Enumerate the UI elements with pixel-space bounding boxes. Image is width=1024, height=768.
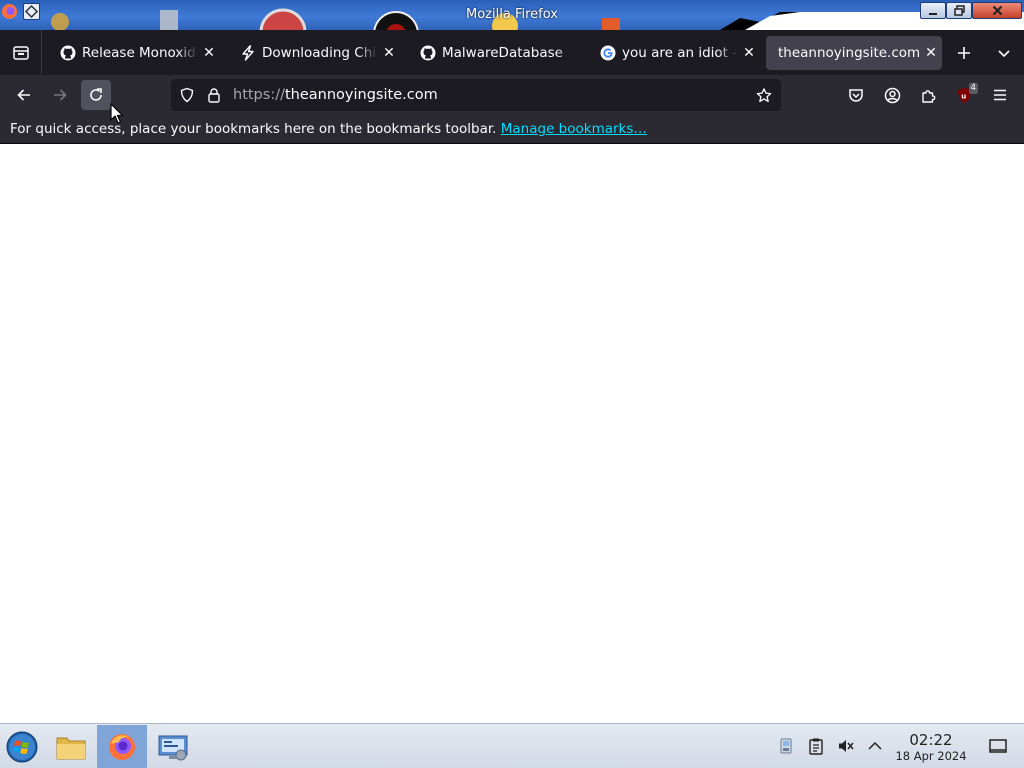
svg-text:u: u [961,92,966,100]
taskbar: 02:22 18 Apr 2024 [0,723,1024,768]
firefox-icon [109,734,135,760]
network-icon[interactable] [777,737,795,755]
minimize-button[interactable] [920,2,946,19]
start-button[interactable] [0,725,44,768]
list-all-tabs-button[interactable] [990,39,1018,67]
tab-label: Downloading Chilli [262,45,378,61]
show-desktop-icon[interactable] [988,737,1008,755]
close-window-button[interactable] [972,2,1022,19]
url-bar[interactable]: https://theannoyingsite.com [171,79,781,111]
bookmarks-toolbar: For quick access, place your bookmarks h… [0,115,1024,144]
shield-icon[interactable] [179,87,195,103]
url-host: theannoyingsite.com [284,87,438,103]
window-titlebar[interactable]: Mozilla Firefox [0,0,1024,30]
tab-label: MalwareDatabase [442,45,563,61]
plus-icon [958,47,970,59]
tab-you-are-an-idiot[interactable]: you are an idiot - G ✕ [588,36,760,70]
close-tab-icon[interactable]: ✕ [378,42,400,64]
url-scheme: https:// [233,87,285,103]
url-text[interactable]: https://theannoyingsite.com [233,87,438,103]
page-content[interactable] [0,145,1024,723]
folder-icon [56,737,86,760]
lock-icon[interactable] [206,87,222,103]
bookmarks-empty-message: For quick access, place your bookmarks h… [10,121,647,137]
bookmarks-message-text: For quick access, place your bookmarks h… [10,121,497,137]
file-manager-taskbar-item[interactable] [46,725,96,768]
github-icon [60,45,76,61]
clock-time: 02:22 [909,731,953,749]
firefox-view-button[interactable] [0,30,42,75]
control-panel-taskbar-item[interactable] [148,725,198,768]
forward-icon [54,89,67,101]
tab-downloading-chilli[interactable]: Downloading Chilli ✕ [228,36,400,70]
menu-icon [994,89,1006,101]
back-icon [17,89,30,101]
star-icon[interactable] [756,87,772,103]
close-tab-icon[interactable]: ✕ [198,42,220,64]
new-tab-button[interactable] [950,39,978,67]
google-icon [600,45,616,61]
control-panel-icon [158,735,188,761]
back-button[interactable] [9,80,39,110]
tab-release-monoxide[interactable]: Release Monoxide ✕ [48,36,220,70]
mouse-cursor [110,103,124,124]
lightning-icon [240,45,256,61]
app-menu-button[interactable] [985,80,1015,110]
tray-expand-icon[interactable] [866,737,884,755]
clock-date: 18 Apr 2024 [895,749,967,763]
firefox-view-icon [12,45,29,60]
window-title: Mozilla Firefox [466,7,558,22]
chevron-down-icon [998,50,1010,58]
ublock-button[interactable]: u 4 [949,80,979,110]
tab-malware-database[interactable]: MalwareDatabase [408,36,580,70]
extensions-icon [921,89,935,103]
start-orb-icon [6,731,38,763]
forward-button[interactable] [45,80,75,110]
pocket-icon [849,89,863,102]
taskbar-clock[interactable]: 02:22 18 Apr 2024 [890,731,972,764]
account-button[interactable] [877,80,907,110]
extension-badge: 4 [968,82,978,94]
reload-icon [90,88,102,101]
manage-bookmarks-link[interactable]: Manage bookmarks… [501,121,647,137]
tab-label: Release Monoxide [82,45,198,61]
volume-muted-icon[interactable] [837,737,855,755]
reload-button[interactable] [81,80,111,110]
tab-label: theannoyingsite.com/ [778,45,920,61]
extensions-button[interactable] [913,80,943,110]
navigation-toolbar: https://theannoyingsite.com u 4 [0,75,1024,115]
firefox-taskbar-item[interactable] [97,725,147,768]
github-icon [420,45,436,61]
close-tab-icon[interactable]: ✕ [920,42,942,64]
clipboard-icon[interactable] [807,737,825,755]
account-icon [884,87,900,103]
close-tab-icon[interactable]: ✕ [738,42,760,64]
tab-label: you are an idiot - G [622,45,738,61]
tab-theannoyingsite[interactable]: theannoyingsite.com/ ✕ [766,36,942,70]
tab-strip: Release Monoxide ✕ Downloading Chilli ✕ … [0,30,1024,75]
restore-button[interactable] [946,2,972,19]
pocket-button[interactable] [841,80,871,110]
